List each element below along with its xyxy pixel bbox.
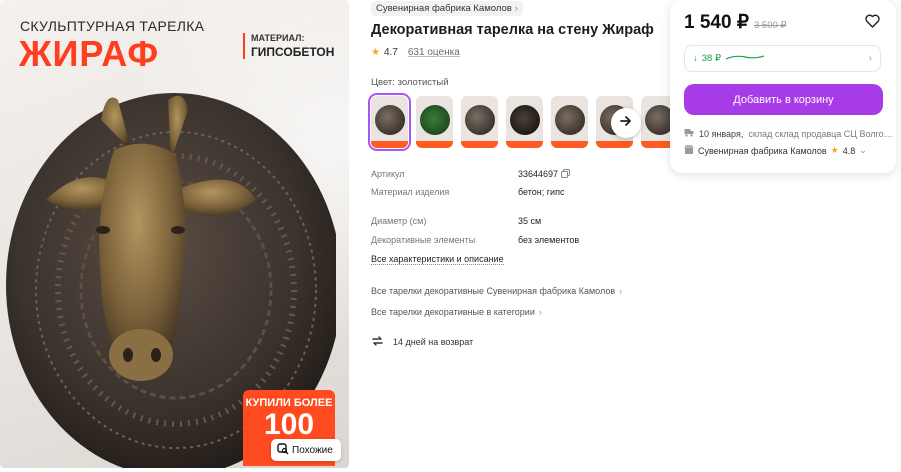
brand-category-label: Все тарелки декоративные Сувенирная фабр… (371, 286, 616, 296)
truck-icon (684, 128, 694, 139)
buy-card: 1 540 ₽ 3 500 ₽ ↓ 38 ₽ › Добавить в корз… (670, 0, 896, 173)
spec-value: без элементов (518, 235, 580, 245)
chevron-right-icon: › (868, 53, 872, 64)
color-thumbnail[interactable] (416, 96, 453, 148)
spec-value: 35 см (518, 216, 542, 226)
chevron-right-icon: › (619, 286, 623, 296)
spec-key: Артикул (371, 169, 405, 179)
arrow-down-icon: ↓ (693, 53, 698, 64)
chevron-down-icon: ⌄ (859, 145, 867, 155)
spec-key: Декоративные элементы (371, 235, 476, 245)
star-icon: ★ (371, 47, 380, 58)
seller-info[interactable]: Сувенирная фабрика Камолов ★ 4.8 ⌄ (684, 145, 867, 156)
bought-badge-count: 100 (263, 408, 315, 441)
product-photo[interactable]: СКУЛЬПТУРНАЯ ТАРЕЛКА ЖИРАФ МАТЕРИАЛ: ГИП… (0, 0, 349, 468)
category-link[interactable]: Все тарелки декоративные в категории › (371, 307, 542, 317)
all-characteristics-link[interactable]: Все характеристики и описание (371, 254, 504, 265)
points-value: 38 ₽ (701, 53, 722, 64)
color-thumbnail[interactable] (368, 93, 411, 151)
rating-value: 4.7 (383, 47, 398, 58)
heart-icon (865, 14, 880, 32)
delivery-date: 10 января, (699, 128, 744, 139)
seller-name: Сувенирная фабрика Камолов (698, 145, 827, 156)
delivery-info: 10 января, склад склад продавца СЦ Волго… (684, 128, 893, 139)
material-note: МАТЕРИАЛ: ГИПСОБЕТОН (243, 33, 334, 59)
similar-button[interactable]: Похожие (271, 439, 341, 461)
add-to-cart-button[interactable]: Добавить в корзину (684, 84, 883, 115)
color-label: Цвет: золотистый (371, 77, 449, 88)
spec-value: 33644697 (518, 169, 559, 179)
reviews-link[interactable]: 631 оценка (408, 47, 460, 58)
returns-info: 14 дней на возврат (371, 335, 473, 349)
old-price: 3 500 ₽ (754, 20, 787, 31)
favorite-button[interactable] (865, 14, 880, 33)
chevron-right-icon: › (514, 3, 518, 14)
similar-label: Похожие (292, 444, 333, 456)
thumbnails-next-button[interactable] (611, 108, 641, 138)
material-label: МАТЕРИАЛ: (251, 33, 305, 43)
product-title: Декоративная тарелка на стену Жираф (371, 22, 654, 38)
chevron-right-icon: › (538, 307, 542, 317)
delivery-warehouse-link[interactable]: склад склад продавца СЦ Волго… (748, 129, 892, 139)
return-arrows-icon (371, 335, 384, 349)
returns-label: 14 дней на возврат (393, 337, 474, 347)
promo-title: ЖИРАФ (19, 33, 160, 74)
seller-rating: 4.8 (842, 145, 856, 156)
image-search-icon (277, 442, 289, 458)
color-thumbnail[interactable] (461, 96, 498, 148)
material-value: ГИПСОБЕТОН (251, 45, 335, 59)
brand-chip[interactable]: Сувенирная фабрика Камолов › (371, 1, 523, 16)
color-thumbnail[interactable] (506, 96, 543, 148)
shop-icon (684, 145, 694, 156)
color-thumbnail[interactable] (551, 96, 588, 148)
current-price: 1 540 ₽ (684, 12, 749, 33)
arrow-right-icon (619, 114, 633, 133)
copy-icon[interactable] (561, 169, 570, 180)
spec-value: бетон; гипс (518, 187, 565, 197)
spec-key: Диаметр (см) (371, 216, 427, 226)
spec-key: Материал изделия (371, 187, 450, 197)
rating-row[interactable]: ★ 4.7 631 оценка (371, 47, 460, 58)
category-label: Все тарелки декоративные в категории (371, 307, 535, 317)
points-row[interactable]: ↓ 38 ₽ › (684, 45, 881, 72)
promo-subtitle: СКУЛЬПТУРНАЯ ТАРЕЛКА (20, 18, 205, 34)
brand-chip-label: Сувенирная фабрика Камолов (376, 3, 512, 14)
points-sparkline-icon (725, 53, 765, 64)
brand-category-link[interactable]: Все тарелки декоративные Сувенирная фабр… (371, 286, 622, 296)
star-icon: ★ (830, 145, 839, 155)
